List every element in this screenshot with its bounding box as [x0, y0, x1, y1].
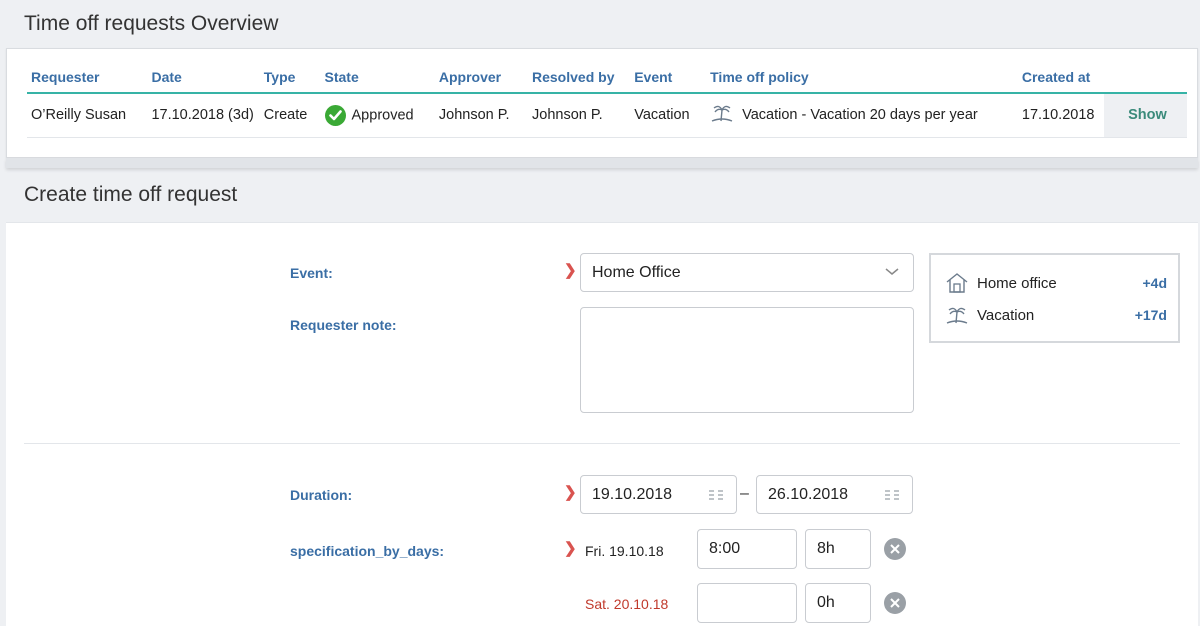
duration-label: Duration: [290, 487, 353, 503]
calendar-icon[interactable] [708, 489, 724, 501]
house-icon [946, 273, 968, 293]
event-select[interactable]: Home Office [580, 253, 914, 292]
create-title: Create time off request [24, 183, 238, 206]
duration-separator: – [740, 485, 749, 502]
table-header-row: Requester Date Type State Approver Resol… [27, 61, 1187, 94]
cell-type: Create [259, 93, 321, 138]
event-label: Event: [290, 265, 333, 281]
event-select-value: Home Office [592, 263, 681, 281]
create-form: Event: ❯ Home Office Requester note: Hom… [6, 222, 1198, 626]
col-approver[interactable]: Approver [434, 61, 528, 94]
balance-panel: Home office +4d Vacation +17d [929, 253, 1180, 343]
day-label-weekend: Sat. 20.10.18 [585, 596, 669, 612]
day-start-value: 8:00 [709, 540, 741, 557]
chevron-down-icon [885, 268, 899, 275]
col-event[interactable]: Event [630, 61, 707, 94]
day-hours-input[interactable]: 8h [805, 529, 871, 569]
remove-day-icon[interactable] [884, 538, 906, 560]
day-label: Fri. 19.10.18 [585, 543, 664, 559]
day-hours-value: 8h [817, 540, 835, 557]
cell-state: Approved [320, 93, 435, 138]
balance-row-home-office: Home office +4d [945, 270, 1167, 296]
col-date[interactable]: Date [147, 61, 260, 94]
form-divider [24, 443, 1180, 444]
required-chevron-icon: ❯ [564, 262, 577, 279]
balance-name: Home office [977, 274, 1057, 292]
duration-from-input[interactable]: 19.10.2018 [580, 475, 737, 514]
cell-approver: Johnson P. [434, 93, 528, 138]
policy-label: Vacation - Vacation 20 days per year [742, 107, 978, 124]
spec-label: specification_by_days: [290, 543, 445, 559]
col-policy[interactable]: Time off policy [706, 61, 1018, 94]
state-label: Approved [351, 107, 414, 124]
balance-value: +17d [1134, 307, 1167, 323]
cell-created-at: 17.10.2018 [1017, 93, 1104, 138]
balance-row-vacation: Vacation +17d [945, 302, 1167, 328]
calendar-icon[interactable] [884, 489, 900, 501]
cell-action: Show [1103, 93, 1187, 138]
cell-event: Vacation [630, 93, 707, 138]
col-created-at[interactable]: Created at [1017, 61, 1104, 94]
duration-from-value: 19.10.2018 [592, 485, 673, 503]
col-state[interactable]: State [320, 61, 435, 94]
cell-date: 17.10.2018 (3d) [147, 93, 260, 138]
col-action [1103, 61, 1187, 94]
palm-tree-icon [710, 103, 734, 127]
day-hours-value: 0h [817, 594, 835, 611]
duration-to-value: 26.10.2018 [768, 485, 849, 503]
col-resolved-by[interactable]: Resolved by [528, 61, 631, 94]
day-start-input[interactable] [697, 583, 797, 623]
cell-requester: O’Reilly Susan [27, 93, 148, 138]
cell-policy: Vacation - Vacation 20 days per year [706, 93, 1018, 138]
col-requester[interactable]: Requester [27, 61, 148, 94]
day-hours-input[interactable]: 0h [805, 583, 871, 623]
overview-card: Requester Date Type State Approver Resol… [6, 48, 1198, 158]
check-circle-icon [324, 104, 346, 126]
balance-value: +4d [1142, 275, 1167, 291]
show-button[interactable]: Show [1128, 107, 1167, 123]
duration-to-input[interactable]: 26.10.2018 [756, 475, 913, 514]
remove-day-icon[interactable] [884, 592, 906, 614]
requests-table: Requester Date Type State Approver Resol… [27, 61, 1187, 138]
cell-resolved-by: Johnson P. [528, 93, 631, 138]
balance-name: Vacation [977, 306, 1035, 324]
required-chevron-icon: ❯ [564, 540, 577, 557]
overview-title: Time off requests Overview [24, 12, 279, 35]
palm-tree-icon [946, 307, 968, 324]
overview-footer-bar [6, 158, 1198, 168]
required-chevron-icon: ❯ [564, 484, 577, 501]
requester-note-textarea[interactable] [580, 307, 914, 413]
note-label: Requester note: [290, 317, 397, 333]
day-start-input[interactable]: 8:00 [697, 529, 797, 569]
col-type[interactable]: Type [259, 61, 321, 94]
table-row: O’Reilly Susan 17.10.2018 (3d) Create Ap… [27, 93, 1187, 138]
